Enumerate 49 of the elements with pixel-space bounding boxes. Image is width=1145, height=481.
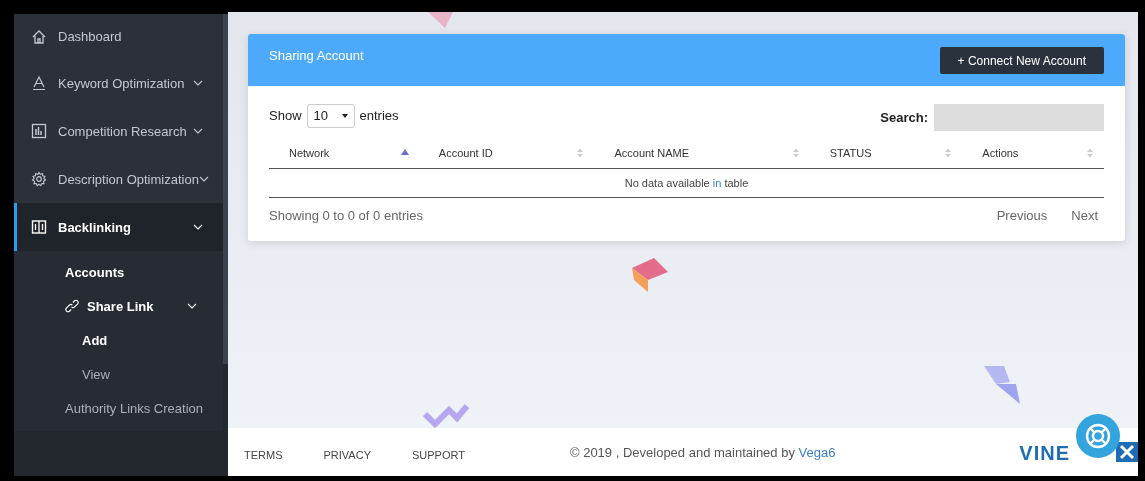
letter-icon [31,75,47,91]
chevron-down-icon [193,128,203,134]
scrollbar[interactable] [223,14,228,364]
search-label: Search: [880,110,928,125]
sidebar-item[interactable]: Keyword Optimization [14,59,223,107]
sidebar-item[interactable]: Competition Research [14,107,223,155]
gear-icon [31,171,47,187]
column-header[interactable]: Account ID [418,137,595,169]
entries-info: Showing 0 to 0 of 0 entries [269,208,423,223]
column-header[interactable]: Actions [962,137,1104,169]
footer-link[interactable]: SUPPORT [412,449,465,461]
link-icon [65,299,79,313]
chevron-down-icon [193,80,203,86]
show-label: Show [269,108,302,123]
chevron-down-icon [193,224,203,230]
home-icon [31,28,47,45]
dropdown-arrow-icon [341,113,348,118]
submenu-item[interactable]: View [14,357,223,391]
footer-link[interactable]: TERMS [244,449,283,461]
empty-table-message: No data available in table [269,168,1104,198]
pagination-button[interactable]: Next [1065,208,1104,223]
columns-icon [31,219,47,235]
lifebuoy-icon [1083,421,1113,451]
sidebar-item[interactable]: Backlinking [14,203,223,251]
help-button[interactable] [1076,414,1120,458]
card-title: Sharing Account [269,48,364,63]
submenu-item[interactable]: Authority Links Creation [14,391,223,425]
column-header[interactable]: Network [269,137,419,169]
column-header[interactable]: STATUS [809,137,963,169]
submenu-item[interactable]: Share Link [14,289,223,323]
submenu-item[interactable]: Add [14,323,223,357]
copyright-text: © 2019 , Developed and maintained by Vega6 [569,444,836,460]
table-link[interactable]: in [712,177,722,189]
submenu-item[interactable]: Accounts [14,255,223,289]
decor-shape-icon [423,402,469,430]
entries-select[interactable]: 10 [306,103,355,128]
bar-chart-icon [31,123,47,139]
company-link[interactable]: Vega6 [798,444,836,460]
column-header[interactable]: Account NAME [594,137,810,169]
connect-account-button[interactable]: + Connect New Account [939,47,1104,74]
entries-label: entries [359,108,399,123]
pagination-button[interactable]: Previous [990,208,1054,223]
chevron-down-icon [187,303,197,309]
chevron-down-icon [198,176,209,182]
search-field[interactable] [934,104,1104,131]
footer-link[interactable]: PRIVACY [323,449,371,461]
sidebar-item[interactable]: Dashboard [14,14,223,59]
logo: VINE [1019,442,1070,465]
sidebar-item[interactable]: Description Optimization [14,155,223,203]
